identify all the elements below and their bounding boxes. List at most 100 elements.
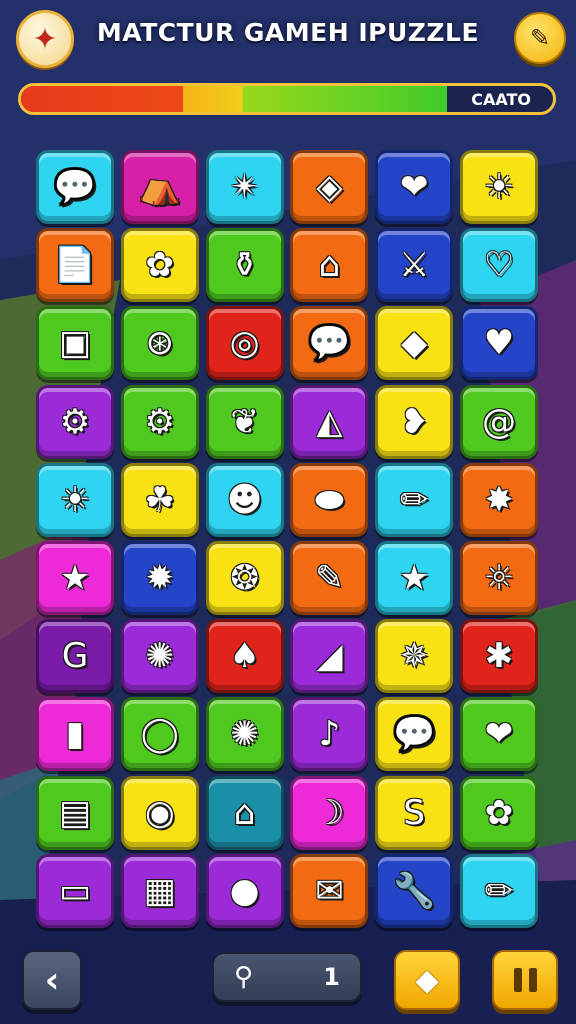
- tile-r2-c1[interactable]: 📄: [36, 228, 114, 303]
- back-button[interactable]: ‹: [22, 950, 82, 1010]
- footer: ‹ ⚲ 1 ◆: [0, 940, 576, 1024]
- tile-r8-c1[interactable]: ▮: [36, 697, 114, 772]
- pencil-icon: ✏: [399, 479, 429, 520]
- tile-r7-c4[interactable]: ◢: [290, 619, 369, 694]
- tile-r5-c6[interactable]: ✸: [460, 462, 538, 537]
- tile-r2-c4[interactable]: ⌂: [290, 228, 369, 303]
- house-icon: ⌂: [318, 245, 341, 286]
- tile-r2-c5[interactable]: ⚔: [375, 228, 454, 303]
- donut-icon: ◉: [144, 792, 175, 833]
- tile-r3-c6[interactable]: ♥: [460, 306, 538, 381]
- star-icon: ★: [59, 558, 91, 598]
- pause-icon: [513, 968, 522, 992]
- hint-count: 1: [323, 963, 340, 991]
- gear-icon: ⚙: [144, 401, 176, 442]
- tile-r1-c6[interactable]: ☀: [460, 150, 538, 224]
- tile-r4-c1[interactable]: ⚙: [36, 384, 114, 459]
- tile-r10-c3[interactable]: ●: [205, 853, 284, 928]
- tile-r5-c1[interactable]: ☀: [36, 462, 114, 537]
- tile-r7-c5[interactable]: ✵: [375, 619, 454, 694]
- tile-r4-c6[interactable]: @: [460, 384, 538, 459]
- pause-button[interactable]: [492, 950, 558, 1010]
- ribbon-icon: ◢: [316, 636, 343, 677]
- heart-icon: ♡: [483, 245, 515, 286]
- tile-r2-c6[interactable]: ♡: [460, 228, 538, 303]
- tile-r6-c2[interactable]: ✹: [120, 541, 199, 615]
- tile-r10-c2[interactable]: ▦: [120, 853, 199, 928]
- tile-r3-c4[interactable]: 💬: [290, 306, 369, 381]
- tile-r10-c6[interactable]: ✏: [460, 853, 538, 928]
- spiral-icon: ◎: [229, 323, 260, 364]
- tile-r8-c3[interactable]: ✺: [205, 697, 284, 772]
- tile-r4-c3[interactable]: ❦: [205, 384, 284, 459]
- tile-r1-c2[interactable]: ⛺: [120, 150, 199, 224]
- diamond-button[interactable]: ◆: [394, 950, 460, 1010]
- tile-r7-c6[interactable]: ✱: [460, 619, 538, 694]
- tile-r9-c4[interactable]: ☽: [290, 775, 369, 850]
- tile-r4-c5[interactable]: ❥: [375, 384, 454, 459]
- tile-r10-c1[interactable]: ▭: [36, 853, 114, 928]
- pencil-icon: ✏: [484, 870, 514, 911]
- tile-r3-c5[interactable]: ◆: [375, 306, 454, 381]
- tile-r2-c3[interactable]: ⚱: [205, 228, 284, 303]
- tile-r2-c2[interactable]: ✿: [120, 228, 199, 303]
- tile-r5-c5[interactable]: ✏: [375, 462, 454, 537]
- sun-icon: ☀: [483, 167, 515, 207]
- progress-bar: CAATO: [18, 83, 556, 115]
- tile-r1-c3[interactable]: ✴: [205, 150, 284, 224]
- tile-r6-c6[interactable]: ☼: [460, 541, 538, 615]
- tile-r9-c1[interactable]: ▤: [36, 775, 114, 850]
- basket-icon: ▤: [58, 792, 92, 833]
- tile-r4-c4[interactable]: ◭: [290, 384, 369, 459]
- hint-button[interactable]: ⚲ 1: [212, 952, 362, 1002]
- tile-r9-c3[interactable]: ⌂: [205, 775, 284, 850]
- progress-label: CAATO: [471, 90, 531, 109]
- tile-r9-c6[interactable]: ✿: [460, 775, 538, 850]
- tile-r7-c2[interactable]: ✺: [120, 619, 199, 694]
- tile-r3-c1[interactable]: ▣: [36, 306, 114, 381]
- tile-r4-c2[interactable]: ⚙: [120, 384, 199, 459]
- tile-r5-c3[interactable]: ☻: [205, 462, 284, 537]
- tile-r10-c4[interactable]: ✉: [290, 853, 369, 928]
- splat-icon: ✺: [230, 714, 259, 755]
- tile-r6-c1[interactable]: ★: [36, 541, 114, 615]
- tile-r10-c5[interactable]: 🔧: [375, 853, 454, 928]
- tile-r6-c5[interactable]: ★: [375, 541, 454, 615]
- tile-r3-c3[interactable]: ◎: [205, 306, 284, 381]
- heart-icon: ❤: [399, 167, 429, 207]
- tile-r1-c1[interactable]: 💬: [36, 150, 114, 224]
- pencil-icon[interactable]: ✎: [514, 12, 566, 64]
- tile-r8-c4[interactable]: ♪: [290, 697, 369, 772]
- tile-r6-c4[interactable]: ✎: [290, 541, 369, 615]
- tent-icon: ⛺: [138, 167, 181, 207]
- diamond-icon: ◆: [415, 962, 439, 998]
- wheel-icon: ⊛: [145, 323, 175, 364]
- sun-icon: ✵: [399, 636, 429, 677]
- swirl-icon: @: [482, 401, 516, 442]
- tile-r7-c3[interactable]: ♠: [205, 619, 284, 694]
- wrench-icon: 🔧: [393, 870, 436, 911]
- tile-r1-c4[interactable]: ◈: [290, 150, 369, 224]
- tile-r5-c4[interactable]: ⬬: [290, 462, 369, 537]
- tile-r8-c5[interactable]: 💬: [375, 697, 454, 772]
- s-shape-icon: S: [403, 792, 425, 833]
- tile-r8-c2[interactable]: ◯: [120, 697, 199, 772]
- tile-r9-c5[interactable]: S: [375, 775, 454, 850]
- flower-icon: ✿: [484, 792, 514, 833]
- tile-r7-c1[interactable]: G: [36, 619, 114, 694]
- speech-bubble-icon: 💬: [393, 714, 436, 755]
- tile-r9-c2[interactable]: ◉: [120, 775, 199, 850]
- speech-bubble-icon: 💬: [308, 323, 351, 364]
- lollipop-icon: ♪: [318, 714, 341, 755]
- bottle-icon: ▮: [65, 714, 85, 755]
- compass-star-icon[interactable]: ✦: [16, 10, 74, 68]
- sun-icon: ☀: [59, 479, 91, 520]
- tile-r6-c3[interactable]: ❂: [205, 541, 284, 615]
- tile-r1-c5[interactable]: ❤: [375, 150, 454, 224]
- tile-r5-c2[interactable]: ☘: [120, 462, 199, 537]
- header: ✦ MATCTUR GAMEH IPUZZLE ✎: [0, 0, 576, 80]
- bow-icon: ⚔: [398, 245, 430, 286]
- tile-r3-c2[interactable]: ⊛: [120, 306, 199, 381]
- tile-r8-c6[interactable]: ❤: [460, 697, 538, 772]
- document-icon: 📄: [53, 245, 97, 286]
